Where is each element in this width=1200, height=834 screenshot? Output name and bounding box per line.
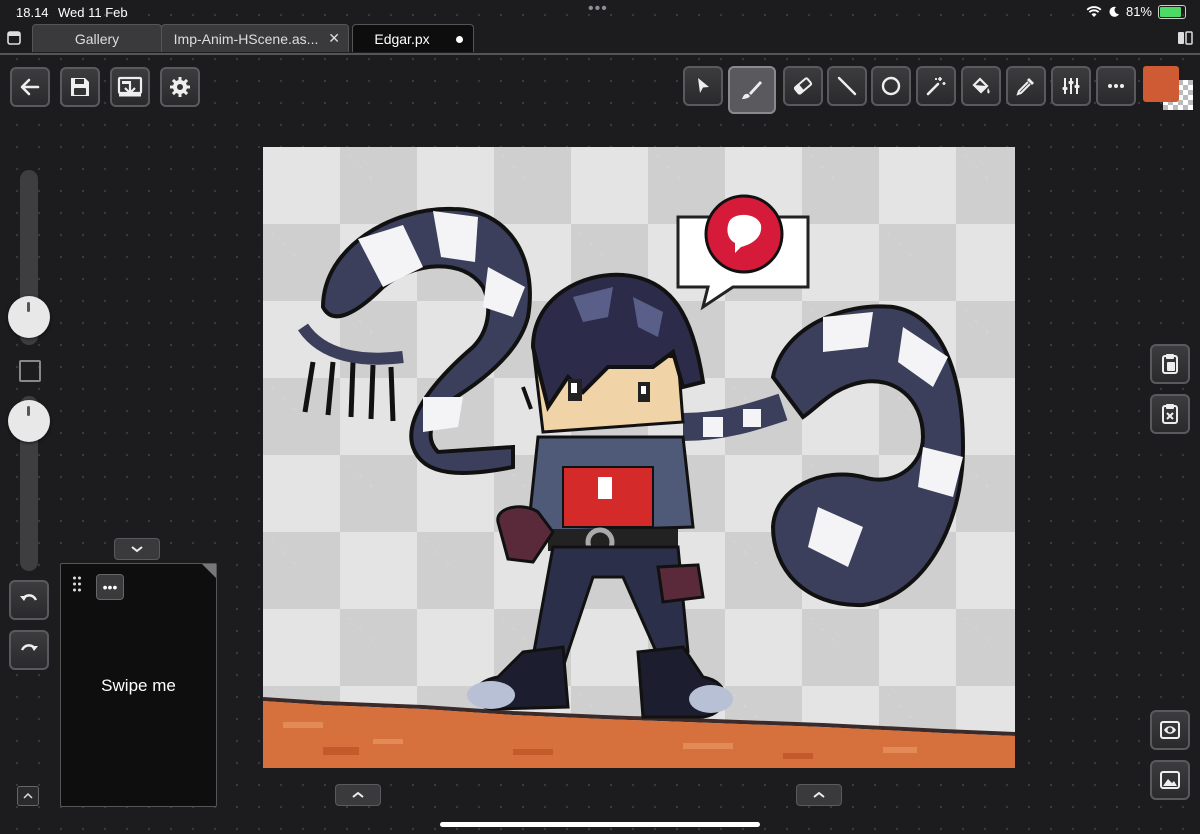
magic-wand-icon (926, 77, 946, 96)
status-right: 81% (1086, 4, 1186, 19)
expand-button[interactable] (17, 786, 39, 806)
circle-icon (881, 76, 901, 96)
eyedropper-icon (1016, 78, 1034, 96)
tab-edgar[interactable]: Edgar.px (352, 24, 474, 52)
undo-icon (20, 594, 38, 601)
tab-label: Gallery (74, 30, 120, 47)
export-button[interactable] (110, 67, 150, 107)
redo-button[interactable] (9, 630, 49, 670)
palette-expand-button[interactable] (796, 784, 842, 806)
layer-panel[interactable]: ••• Swipe me (60, 563, 217, 807)
tab-label: Edgar.px (374, 30, 430, 47)
multitasking-dots[interactable]: ••• (588, 0, 608, 18)
split-view-icon[interactable] (1177, 30, 1193, 46)
paste-icon (1162, 354, 1178, 374)
chevron-down-icon (131, 546, 143, 553)
tab-imp-anim[interactable]: Imp-Anim-HScene.as... ✕ (161, 24, 349, 52)
unsaved-dot-icon (456, 36, 463, 43)
magic-wand-button[interactable] (916, 66, 956, 106)
back-button[interactable] (10, 67, 50, 107)
moon-icon (1109, 6, 1119, 17)
close-icon[interactable]: ✕ (328, 30, 340, 47)
line-icon (837, 76, 857, 96)
ground (263, 701, 1015, 768)
drag-handle-icon[interactable] (72, 576, 82, 592)
clear-clipboard-icon (1162, 404, 1178, 424)
tab-label: Imp-Anim-HScene.as... (173, 30, 319, 47)
tab-gallery[interactable]: Gallery (32, 24, 162, 52)
pixel-art-artwork (263, 194, 1015, 768)
adjust-icon (1062, 78, 1080, 94)
home-indicator[interactable] (440, 822, 760, 827)
panel-resize-corner[interactable] (202, 564, 216, 578)
chevron-up-icon (813, 791, 825, 798)
gear-icon (170, 77, 190, 97)
layer-more-button[interactable]: ••• (96, 574, 124, 600)
timeline-expand-button[interactable] (335, 784, 381, 806)
chevron-up-icon (23, 793, 33, 799)
paste-button[interactable] (1150, 344, 1190, 384)
undo-button[interactable] (9, 580, 49, 620)
eyedropper-button[interactable] (1006, 66, 1046, 106)
fill-tool-button[interactable] (961, 66, 1001, 106)
status-date: Wed 11 Feb (58, 5, 128, 20)
more-icon (1108, 84, 1124, 88)
preview-icon (1160, 721, 1180, 739)
brush-preview-square[interactable] (19, 360, 41, 382)
opacity-slider-knob[interactable] (8, 400, 50, 442)
settings-button[interactable] (160, 67, 200, 107)
primary-color-swatch[interactable] (1143, 66, 1179, 102)
status-time: 18.14 (16, 5, 49, 20)
layer-panel-collapse-button[interactable] (114, 538, 160, 560)
shape-tool-button[interactable] (871, 66, 911, 106)
adjust-button[interactable] (1051, 66, 1091, 106)
clear-clipboard-button[interactable] (1150, 394, 1190, 434)
redo-icon (20, 644, 38, 651)
battery-icon (1158, 4, 1186, 19)
fill-bucket-icon (972, 77, 990, 94)
swipe-hint: Swipe me (101, 676, 176, 695)
eraser-icon (793, 77, 813, 95)
select-tool-button[interactable] (683, 66, 723, 106)
brush-icon (742, 81, 762, 99)
brush-tool-button[interactable] (728, 66, 776, 114)
more-button[interactable] (1096, 66, 1136, 106)
drawing-canvas[interactable] (263, 147, 1015, 768)
eraser-tool-button[interactable] (783, 66, 823, 106)
reference-image-button[interactable] (1150, 760, 1190, 800)
save-icon (71, 78, 89, 96)
left-scarf (320, 206, 532, 475)
battery-percent: 81% (1125, 4, 1152, 19)
export-icon (117, 76, 143, 97)
save-button[interactable] (60, 67, 100, 107)
preview-button[interactable] (1150, 710, 1190, 750)
chevron-up-icon (352, 791, 364, 798)
tab-divider (0, 53, 1200, 55)
wifi-icon (1086, 5, 1102, 17)
tab-bar: Gallery Imp-Anim-HScene.as... ✕ Edgar.px (0, 24, 1200, 54)
status-bar: 18.14 Wed 11 Feb ••• 81% (0, 0, 1200, 24)
select-pointer-icon (698, 78, 709, 93)
window-icon[interactable] (7, 31, 21, 45)
reference-image-icon (1160, 771, 1180, 789)
brush-size-slider-knob[interactable] (8, 296, 50, 338)
back-icon (20, 78, 40, 96)
line-tool-button[interactable] (827, 66, 867, 106)
